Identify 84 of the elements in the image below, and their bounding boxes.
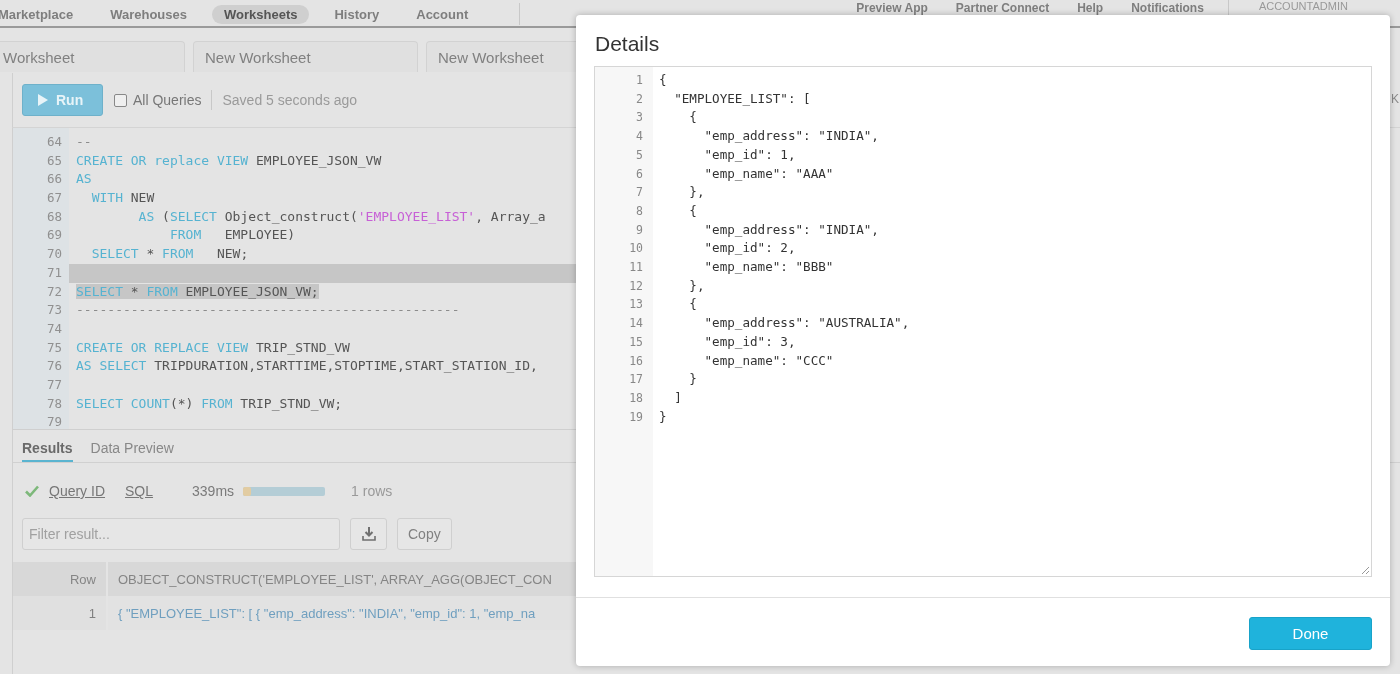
code-line: "emp_name": "CCC" bbox=[703, 351, 834, 370]
line-number: 6 bbox=[636, 165, 644, 183]
code-line: }, bbox=[688, 276, 705, 295]
results-tab[interactable]: Results bbox=[22, 440, 73, 462]
line-number: 4 bbox=[636, 128, 644, 146]
row-count: 1 rows bbox=[351, 483, 393, 499]
nav-link[interactable]: Notifications bbox=[1117, 2, 1218, 15]
line-number: 8 bbox=[636, 202, 644, 220]
nav-tab[interactable]: Warehouses bbox=[98, 4, 199, 24]
download-icon bbox=[361, 527, 376, 541]
results-tab[interactable]: Data Preview bbox=[90, 440, 174, 462]
code-line: 64 -- bbox=[45, 133, 93, 151]
filter-field[interactable]: Filter result... bbox=[22, 518, 340, 550]
code-line: 78 SELECT COUNT(*) FROM TRIP_STND_VW; bbox=[45, 394, 344, 413]
line-number: 16 bbox=[629, 352, 644, 370]
code-line: 70 SELECT * FROM NEW; bbox=[45, 245, 250, 264]
line-number: 2 bbox=[636, 90, 644, 108]
line-number: 9 bbox=[636, 221, 644, 239]
nav-tab[interactable]: Account bbox=[404, 4, 481, 24]
nav-tab[interactable]: History bbox=[322, 4, 392, 24]
code-line: } bbox=[659, 407, 667, 426]
resize-grip-icon[interactable] bbox=[1360, 565, 1370, 575]
code-line: 72 SELECT * FROM EMPLOYEE_JSON_VW; bbox=[45, 282, 320, 301]
code-line: "emp_id": 1, bbox=[703, 145, 796, 164]
line-number: 7 bbox=[636, 184, 644, 202]
code-line: }, bbox=[688, 183, 705, 202]
sql-link[interactable]: SQL bbox=[125, 483, 154, 499]
line-number: 10 bbox=[629, 240, 644, 258]
run-button[interactable]: Run bbox=[22, 84, 103, 116]
checkbox-label: All Queries bbox=[133, 92, 202, 108]
code-line: "emp_id": 3, bbox=[703, 332, 796, 351]
column-header: Row bbox=[13, 562, 107, 596]
check-icon bbox=[25, 485, 39, 497]
line-number: 1 bbox=[636, 72, 644, 89]
code-line: } bbox=[688, 370, 697, 389]
toolbar-text: K bbox=[1391, 92, 1399, 106]
nav-tab[interactable]: Worksheets bbox=[212, 4, 310, 24]
code-line: "emp_id": 2, bbox=[703, 239, 796, 258]
code-line: { bbox=[688, 295, 697, 314]
worksheet-tab[interactable]: Worksheet bbox=[0, 41, 185, 72]
code-line: 66 AS bbox=[45, 170, 93, 189]
line-number: 14 bbox=[629, 315, 644, 333]
code-line: { bbox=[659, 71, 667, 89]
line-number: 3 bbox=[636, 109, 644, 127]
code-line: 69 FROM EMPLOYEE) bbox=[45, 226, 297, 245]
done-button[interactable]: Done bbox=[1249, 617, 1372, 650]
table-cell: 1 bbox=[13, 596, 107, 630]
download-button[interactable] bbox=[350, 518, 387, 550]
copy-button[interactable]: Copy bbox=[397, 518, 452, 550]
line-number: 15 bbox=[629, 333, 644, 351]
code-line: 75 CREATE OR REPLACE VIEW TRIP_STND_VW bbox=[45, 338, 351, 357]
code-line: 76 AS SELECT TRIPDURATION,STARTTIME,STOPTIME,START_STATION_ID, bbox=[45, 357, 539, 376]
code-line: "emp_name": "AAA" bbox=[703, 164, 834, 183]
play-icon bbox=[38, 94, 48, 106]
code-line: 65 CREATE OR replace VIEW EMPLOYEE_JSON_VW bbox=[45, 151, 383, 170]
line-number: 13 bbox=[629, 296, 644, 314]
nav-link[interactable]: Preview App bbox=[842, 2, 942, 15]
code-line: 74 bbox=[45, 319, 63, 338]
line-number: 5 bbox=[636, 146, 644, 164]
code-line: "EMPLOYEE_LIST": [ bbox=[673, 89, 811, 108]
nav-link[interactable]: Partner Connect bbox=[941, 2, 1064, 15]
worksheet-tab[interactable]: New Worksheet bbox=[193, 41, 418, 72]
line-number: 17 bbox=[629, 371, 644, 389]
nav-link[interactable]: Help bbox=[1063, 2, 1118, 15]
code-line: "emp_address": "INDIA", bbox=[703, 127, 879, 146]
line-number: 11 bbox=[629, 259, 644, 277]
code-line: "emp_name": "BBB" bbox=[703, 258, 834, 277]
code-line: "emp_address": "INDIA", bbox=[703, 220, 879, 239]
saved-status: Saved 5 seconds ago bbox=[222, 92, 358, 108]
line-number: 12 bbox=[629, 277, 644, 295]
code-line: 79 bbox=[45, 413, 63, 429]
code-line: ] bbox=[673, 388, 682, 407]
code-line: 67 WITH NEW bbox=[45, 189, 156, 208]
code-line: 73 ------------------------------------------------- bbox=[45, 301, 461, 320]
code-line: "emp_address": "AUSTRALIA", bbox=[703, 314, 910, 333]
checkbox[interactable] bbox=[114, 93, 127, 107]
line-number: 18 bbox=[629, 389, 644, 407]
query-id-link[interactable]: Query ID bbox=[49, 483, 105, 499]
line-number: 19 bbox=[629, 408, 644, 426]
code-line: { bbox=[688, 201, 697, 220]
code-line: { bbox=[688, 108, 697, 127]
query-duration: 339ms bbox=[192, 483, 235, 499]
code-line: 77 bbox=[45, 375, 63, 394]
code-line: 68 AS (SELECT Object_construct('EMPLOYEE_LIST', Array_a bbox=[45, 207, 547, 226]
